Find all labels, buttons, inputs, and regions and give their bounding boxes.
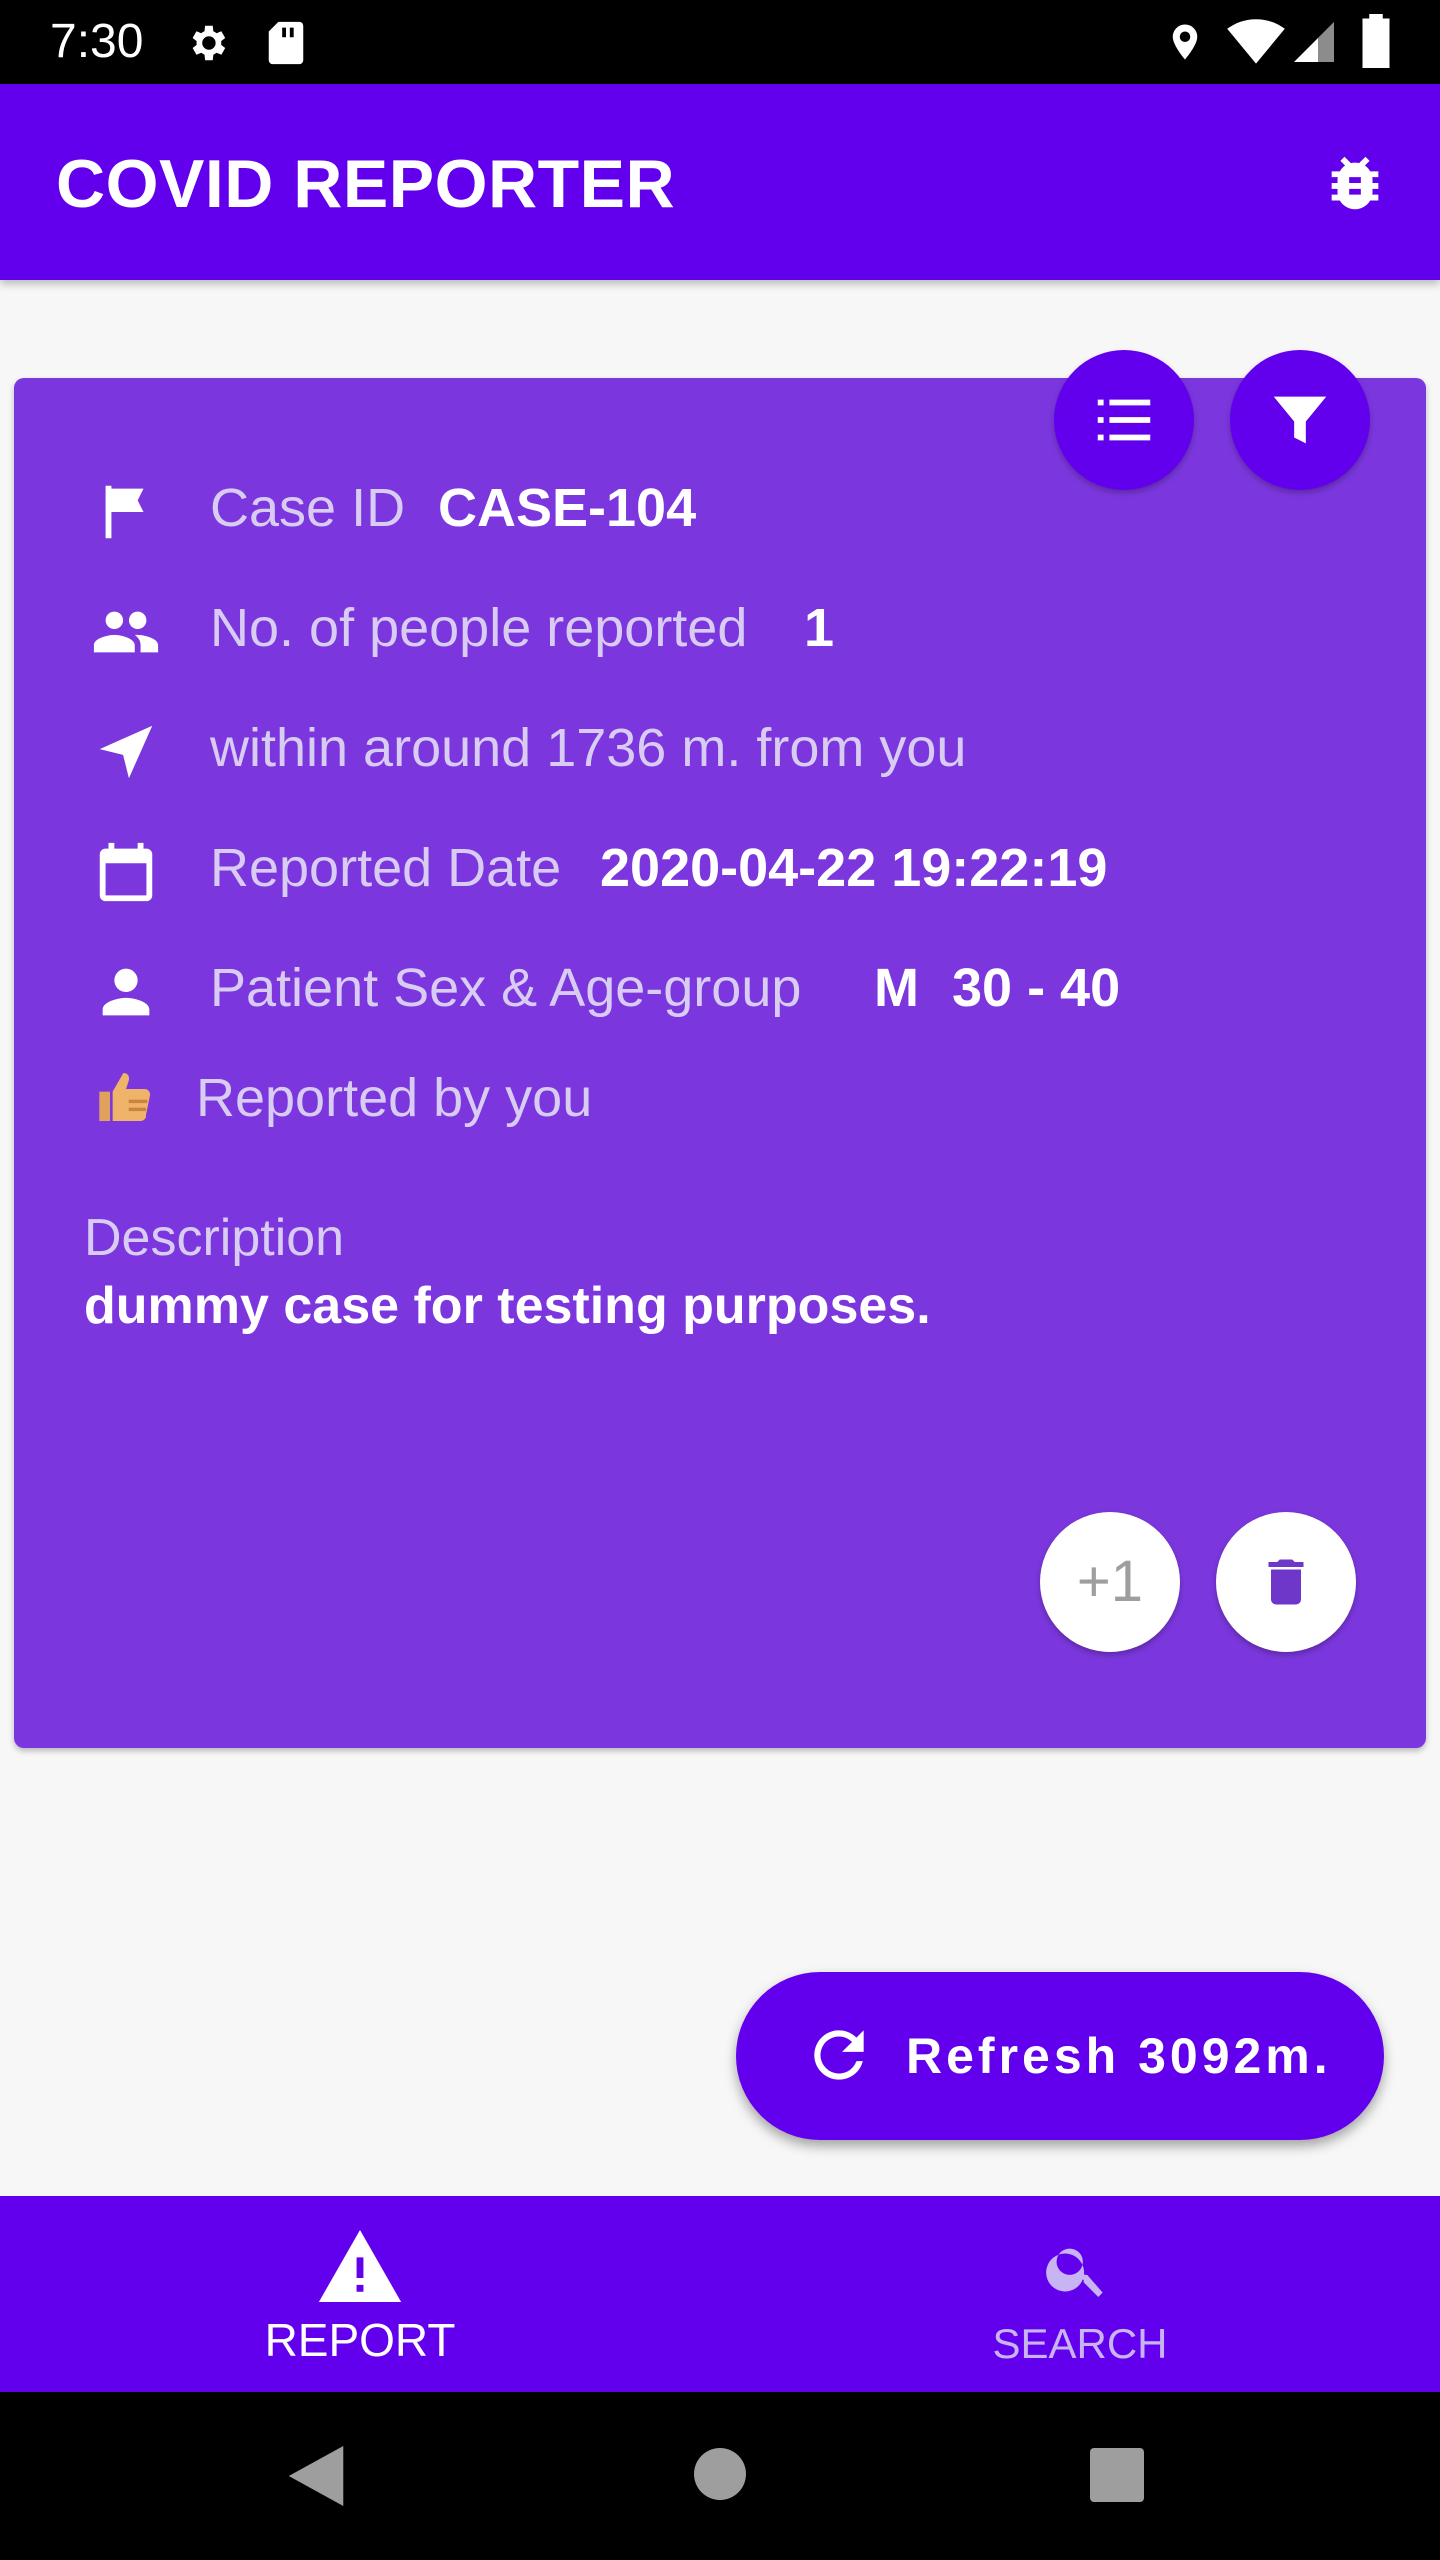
case-id-label: Case ID <box>210 478 406 538</box>
people-reported-label: No. of people reported <box>210 598 748 658</box>
case-card[interactable]: Case ID CASE-104 No. of people reported … <box>14 350 1426 1748</box>
patient-age-group: 30 - 40 <box>952 958 1121 1018</box>
wifi-icon <box>1227 19 1285 64</box>
app-bar: COVID REPORTER <box>0 84 1440 280</box>
nav-item-search[interactable]: SEARCH <box>720 2196 1440 2392</box>
recents-icon[interactable] <box>1090 2448 1144 2502</box>
nav-label-search: SEARCH <box>992 2320 1168 2367</box>
warning-icon <box>318 2230 402 2302</box>
search-icon <box>1046 2248 1103 2297</box>
distance-row: within around 1736 m. from you <box>86 702 1386 792</box>
app-title: COVID REPORTER <box>56 146 676 222</box>
bug-report-icon <box>1331 156 1379 210</box>
reported-by-row: Reported by you <box>86 1052 1386 1142</box>
patient-row: Patient Sex & Age-group M 30 - 40 <box>86 942 1386 1032</box>
description-label: Description <box>84 1209 345 1267</box>
battery-icon <box>1362 14 1390 68</box>
sd-card-icon <box>268 21 304 65</box>
patient-label: Patient Sex & Age-group <box>210 958 802 1018</box>
nav-item-report[interactable]: REPORT <box>0 2196 720 2392</box>
plus-one-label: +1 <box>1076 1549 1144 1614</box>
reported-date-row: Reported Date 2020-04-22 19:22:19 <box>86 822 1386 912</box>
distance-text: within around 1736 m. from you <box>210 718 967 778</box>
delete-button[interactable] <box>1216 1512 1356 1652</box>
trash-icon <box>1268 1559 1304 1605</box>
refresh-button[interactable]: Refresh 3092m. <box>736 1972 1384 2140</box>
nav-label-report: REPORT <box>264 2314 456 2366</box>
description-value: dummy case for testing purposes. <box>84 1277 931 1335</box>
plus-one-button[interactable]: +1 <box>1040 1512 1180 1652</box>
people-reported-row: No. of people reported 1 <box>86 582 1386 672</box>
person-icon <box>102 968 150 1016</box>
bug-report-button[interactable] <box>1320 148 1390 218</box>
signal-icon <box>1294 22 1334 62</box>
bottom-navigation: REPORT SEARCH <box>0 2196 1440 2392</box>
status-bar: 7:30 <box>0 0 1440 84</box>
navigation-arrow-icon <box>99 725 153 779</box>
status-time: 7:30 <box>50 15 144 68</box>
reported-date-value: 2020-04-22 19:22:19 <box>600 838 1108 898</box>
people-icon <box>93 611 159 653</box>
reported-by-text: Reported by you <box>196 1068 593 1128</box>
filter-icon <box>1273 396 1327 444</box>
refresh-label: Refresh 3092m. <box>906 2028 1332 2084</box>
reported-date-label: Reported Date <box>210 838 562 898</box>
location-icon <box>1172 24 1198 60</box>
case-id-row: Case ID CASE-104 <box>86 462 1386 552</box>
back-icon[interactable] <box>288 2446 344 2506</box>
home-icon[interactable] <box>694 2448 746 2500</box>
refresh-icon <box>814 2030 864 2080</box>
settings-icon <box>192 25 226 61</box>
flag-icon <box>105 485 144 539</box>
system-navigation-bar <box>0 2392 1440 2560</box>
list-icon <box>1097 399 1151 441</box>
calendar-icon <box>99 842 153 902</box>
case-id-value: CASE-104 <box>438 478 697 538</box>
patient-sex: M <box>874 958 919 1018</box>
thumbs-up-icon <box>99 1073 151 1122</box>
people-reported-value: 1 <box>804 598 835 658</box>
